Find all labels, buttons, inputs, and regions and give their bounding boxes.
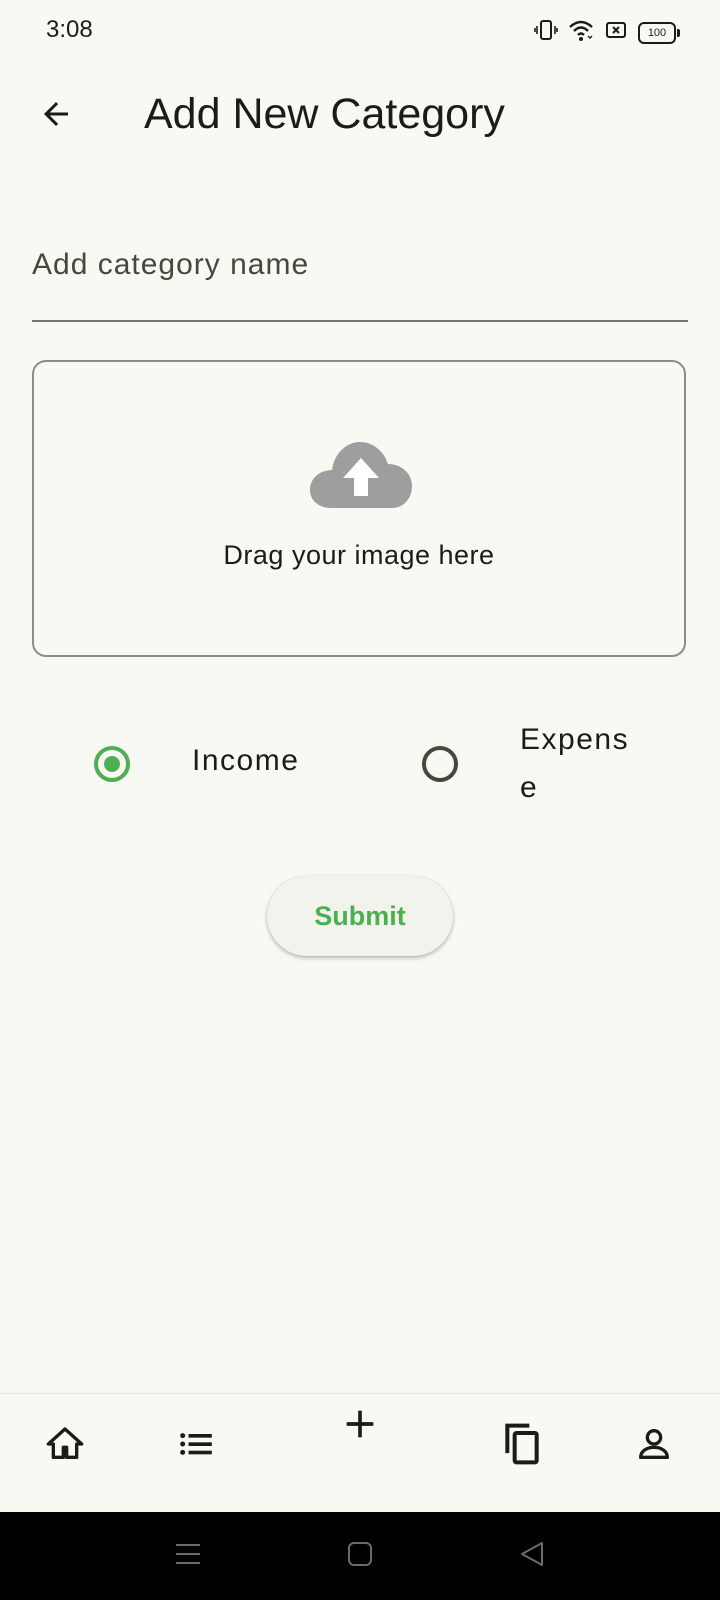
status-bar: 3:08 100 xyxy=(0,0,720,64)
nav-add[interactable] xyxy=(328,1394,392,1458)
app-bar: Add New Category xyxy=(0,70,720,170)
list-icon xyxy=(176,1424,216,1469)
bottom-navigation xyxy=(0,1393,720,1513)
home-system-button[interactable] xyxy=(342,1538,378,1574)
arrow-back-icon xyxy=(38,96,74,137)
status-time: 3:08 xyxy=(46,16,93,43)
copy-icon xyxy=(500,1420,544,1473)
nav-profile[interactable] xyxy=(622,1414,686,1478)
submit-button[interactable]: Submit xyxy=(267,876,453,956)
add-icon xyxy=(340,1404,380,1449)
image-upload-dropzone[interactable]: Drag your image here xyxy=(32,360,686,657)
income-label[interactable]: Income xyxy=(192,744,299,778)
expense-radio[interactable] xyxy=(422,746,458,782)
recents-button[interactable] xyxy=(170,1538,206,1574)
radio-selected-dot xyxy=(104,756,120,772)
system-navigation-bar xyxy=(0,1512,720,1600)
nav-home[interactable] xyxy=(33,1414,97,1478)
cloud-upload-icon xyxy=(310,440,412,510)
page-title: Add New Category xyxy=(144,90,505,138)
vibrate-icon xyxy=(534,18,558,47)
back-button[interactable] xyxy=(28,88,84,144)
category-name-input[interactable] xyxy=(32,240,688,290)
back-system-button[interactable] xyxy=(514,1538,550,1574)
back-triangle-icon xyxy=(518,1540,546,1573)
nav-copy[interactable] xyxy=(490,1414,554,1478)
profile-icon xyxy=(634,1424,674,1469)
nav-list[interactable] xyxy=(164,1414,228,1478)
income-radio[interactable] xyxy=(94,746,130,782)
no-sim-icon xyxy=(604,18,628,47)
home-icon xyxy=(45,1424,85,1469)
upload-hint-text: Drag your image here xyxy=(223,540,495,570)
wifi-icon xyxy=(568,18,594,47)
menu-icon xyxy=(174,1540,202,1573)
battery-icon: 100 xyxy=(638,21,680,44)
home-square-icon xyxy=(346,1540,374,1573)
expense-label[interactable]: Expense xyxy=(520,716,640,812)
category-name-field xyxy=(32,226,688,322)
status-icons: 100 xyxy=(534,18,680,47)
